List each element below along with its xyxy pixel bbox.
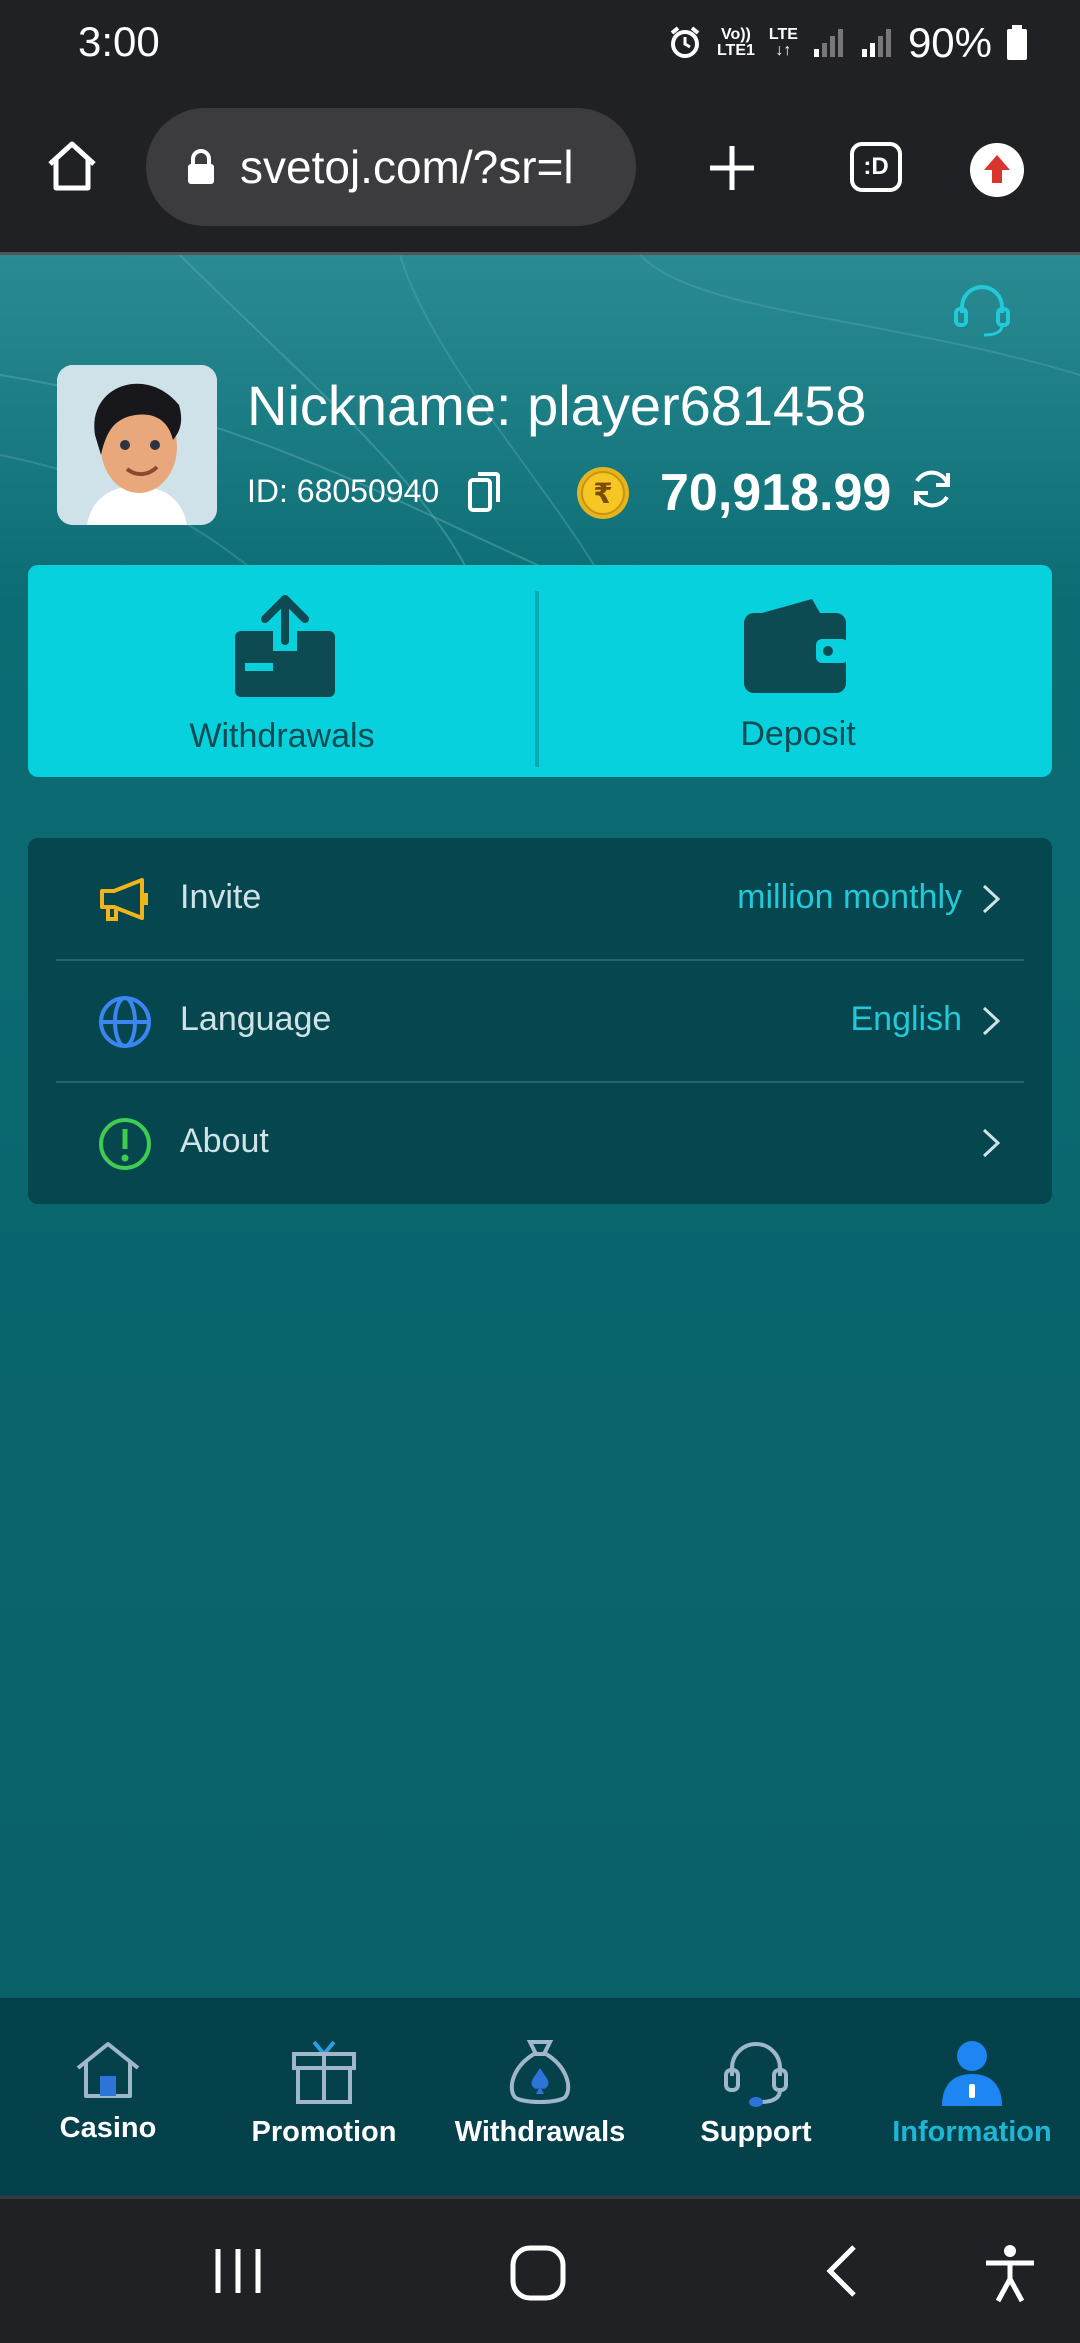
tab-withdrawals[interactable]: Withdrawals [432,1998,648,2196]
system-navigation-bar [0,2196,1080,2343]
tab-label: Promotion [251,2116,397,2148]
copy-icon[interactable] [466,470,502,514]
withdraw-icon [235,595,335,697]
balance-amount: 70,918.99 [660,464,892,522]
headset-icon [724,2042,788,2107]
customer-service-icon[interactable] [950,279,1014,343]
lte-indicator: LTE ↓↑ [768,26,798,59]
signal-icon-2 [861,29,891,57]
tab-switcher-button[interactable]: :D [850,142,902,192]
signal-icon [813,29,843,57]
new-tab-button[interactable] [706,142,758,194]
invite-label: Invite [180,878,262,916]
profile-update-button[interactable] [970,143,1024,197]
main-content: Nickname: player681458 ID: 68050940 ₹ 70… [0,255,1080,1998]
tab-label: Casino [59,2112,157,2144]
tab-label: Withdrawals [454,2116,626,2148]
withdrawals-label: Withdrawals [189,717,375,755]
status-time: 3:00 [78,18,160,65]
browser-toolbar: svetoj.com/?sr=l :D [0,86,1080,255]
language-label: Language [180,1000,332,1038]
wallet-icon [744,599,848,693]
svg-text:₹: ₹ [593,477,612,510]
chevron-right-icon [982,1006,1001,1036]
battery-icon [1007,25,1027,60]
megaphone-icon [100,878,148,921]
tab-label: Support [700,2116,812,2148]
gift-icon [292,2040,356,2104]
accessibility-icon[interactable] [982,2243,1038,2303]
menu-item-language[interactable]: Language English [28,960,1052,1082]
recent-apps-button[interactable] [210,2243,266,2299]
tab-promotion[interactable]: Promotion [216,1998,432,2196]
person-icon [942,2041,1002,2106]
status-icons: Vo)) LTE1 LTE ↓↑ 90% [667,18,1028,68]
deposit-button[interactable]: Deposit [544,565,1052,777]
bottom-tab-bar: Casino Promotion Withdrawals Support Inf… [0,1998,1080,2196]
wallet-actions: Withdrawals Deposit [28,565,1052,777]
withdrawals-button[interactable]: Withdrawals [28,565,536,777]
settings-menu: Invite million monthly Language English [28,838,1052,1204]
invite-value: million monthly [737,878,962,916]
info-icon [99,1118,151,1170]
url-bar[interactable]: svetoj.com/?sr=l [146,108,636,226]
avatar [57,365,217,525]
url-text[interactable]: svetoj.com/?sr=l [240,140,610,194]
menu-item-invite[interactable]: Invite million monthly [28,838,1052,960]
globe-icon [99,996,151,1048]
money-bag-icon [509,2040,571,2104]
network-indicator: Vo)) LTE1 [716,26,755,59]
menu-item-about[interactable]: About [28,1082,1052,1204]
language-value: English [850,1000,962,1038]
arrow-up-icon [984,155,1010,183]
refresh-icon[interactable] [908,465,956,513]
chevron-right-icon [982,884,1001,914]
battery-percent: 90% [907,19,992,66]
actions-divider [535,591,539,767]
tab-support[interactable]: Support [648,1998,864,2196]
nickname: Nickname: player681458 [247,374,867,437]
rupee-coin-icon: ₹ [577,467,629,519]
tab-label: Information [892,2116,1052,2148]
home-nav-button[interactable] [508,2243,568,2303]
back-button[interactable] [822,2243,862,2299]
tab-casino[interactable]: Casino [0,1998,216,2196]
alarm-icon [670,26,700,58]
home-icon [76,2042,140,2098]
about-label: About [180,1122,269,1160]
status-bar: 3:00 Vo)) LTE1 LTE ↓↑ 90% [0,0,1080,86]
user-id: ID: 68050940 [247,473,440,509]
tab-information[interactable]: Information [864,1998,1080,2196]
chevron-right-icon [982,1128,1001,1158]
deposit-label: Deposit [740,715,856,753]
lock-icon [188,149,214,184]
home-button[interactable] [44,138,100,194]
